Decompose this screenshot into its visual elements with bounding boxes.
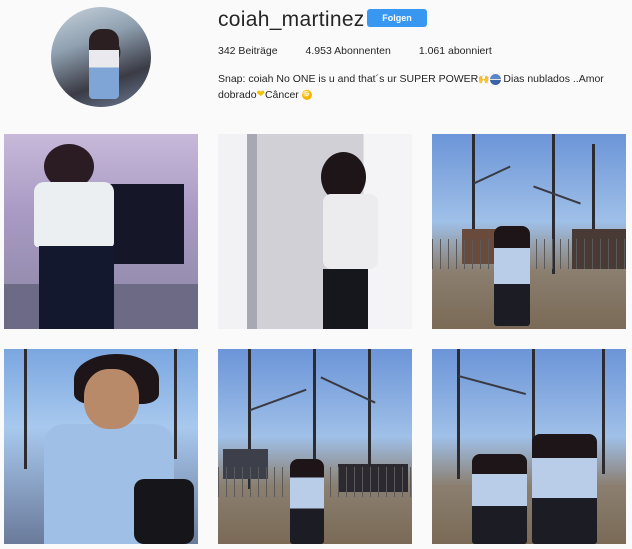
tree-trunk [457, 349, 460, 479]
sweater-shape [323, 194, 378, 269]
tree-branch [533, 185, 581, 205]
bio-text-2-tail: Câncer [264, 89, 299, 102]
person-shape [494, 226, 530, 326]
bio-text-1-tail: Dias nublados ..Amor [500, 73, 604, 85]
raised-hands-icon: 🙌 [478, 74, 490, 85]
profile-avatar[interactable] [51, 7, 151, 107]
profile-username: coiah_martinez [218, 8, 365, 31]
post-thumbnail-4[interactable] [4, 349, 198, 544]
tree-trunk [174, 349, 177, 459]
profile-bio: Snap: coiah No ONE is u and that´s ur SU… [218, 71, 628, 103]
follow-button[interactable]: Folgen [367, 9, 427, 27]
face-shape [84, 369, 139, 429]
person-shape [532, 434, 597, 544]
bio-text-1: Snap: coiah No ONE is u and that´s ur SU… [218, 73, 479, 85]
bio-text-2: dobrado [218, 89, 257, 102]
posts-count: 342 Beiträge [218, 45, 278, 57]
following-count[interactable]: 1.061 abonniert [419, 45, 492, 57]
post-thumbnail-3[interactable] [432, 134, 626, 329]
tree-branch [457, 374, 527, 396]
sweater-shape [34, 182, 114, 247]
post-thumbnail-2[interactable] [218, 134, 412, 329]
cancer-sign-icon: ♋ [301, 90, 312, 101]
tree-trunk [24, 349, 27, 469]
tree-branch [249, 388, 307, 412]
person-shape [290, 459, 324, 544]
post-thumbnail-5[interactable] [218, 349, 412, 544]
legs-shape [323, 269, 368, 329]
tree-branch [473, 165, 511, 185]
avatar-figure [89, 29, 119, 99]
backpack-shape [134, 479, 194, 544]
yellow-heart-icon: ❤ [256, 89, 265, 101]
globe-icon [489, 73, 501, 85]
profile-stats: 342 Beiträge 4.953 Abonnenten 1.061 abon… [218, 45, 520, 57]
post-thumbnail-1[interactable] [4, 134, 198, 329]
followers-count[interactable]: 4.953 Abonnenten [306, 45, 391, 57]
post-thumbnail-6[interactable] [432, 349, 626, 544]
person-shape [472, 454, 527, 544]
legs-shape [39, 246, 114, 329]
tree-trunk [602, 349, 605, 474]
